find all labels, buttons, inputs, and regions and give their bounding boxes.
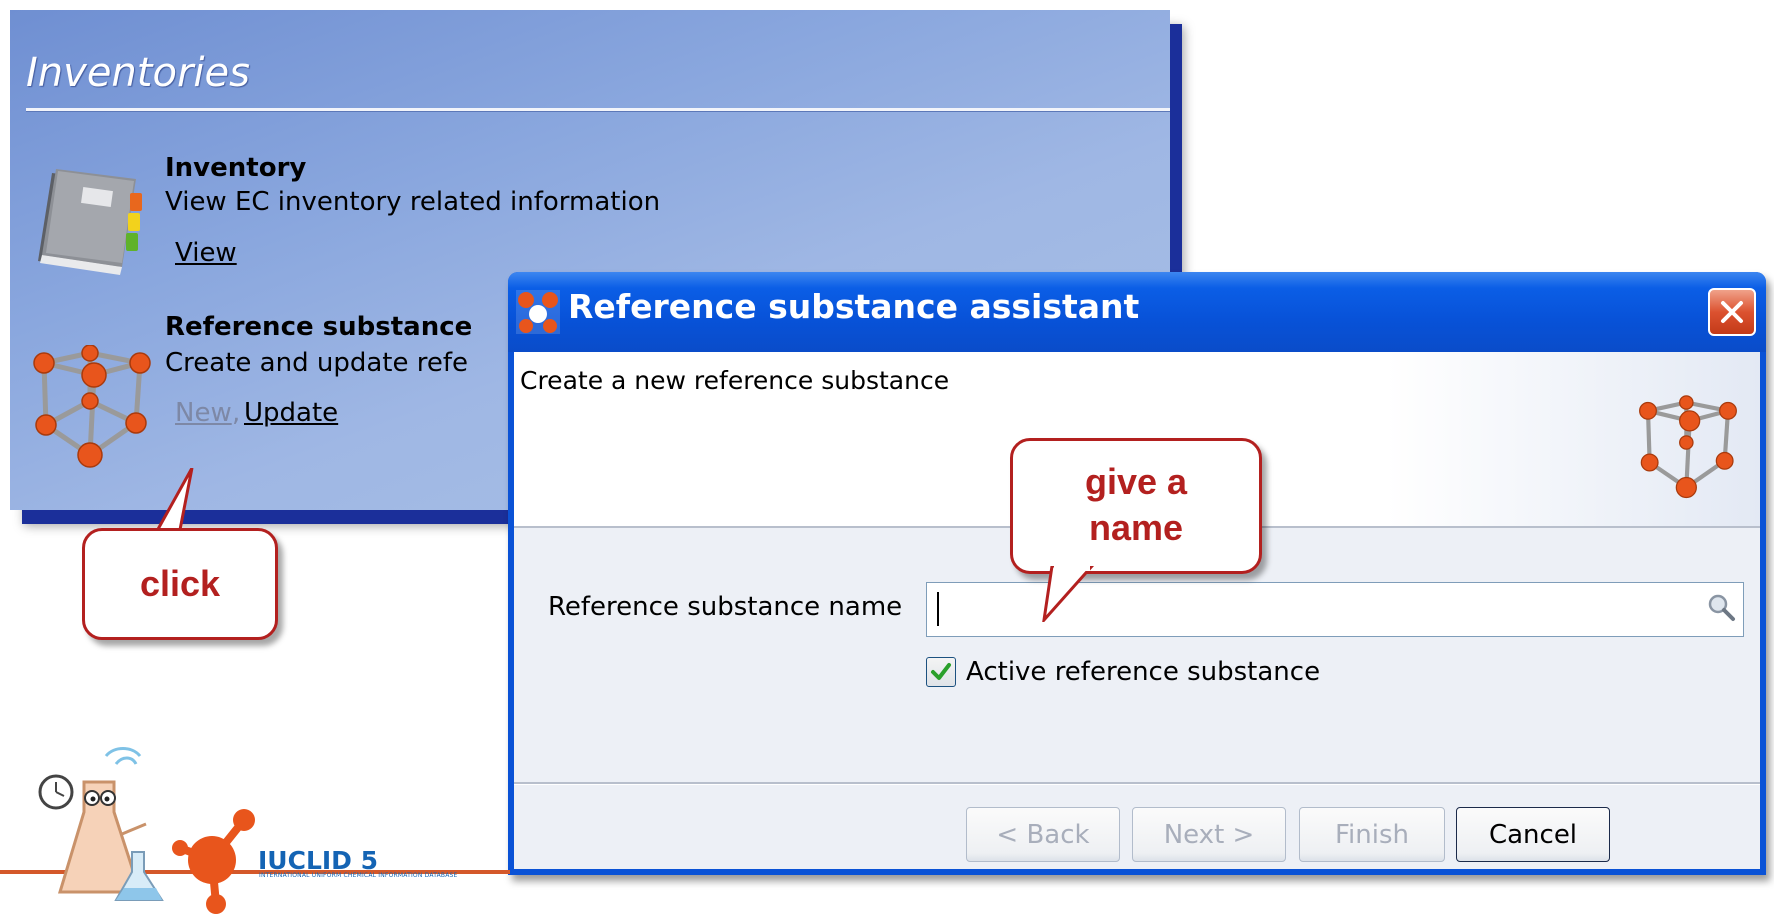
give-a-name-callout: give a name [1010,438,1262,574]
give-a-name-callout-tail [1042,566,1095,622]
molecule-logo-icon [172,809,255,914]
title-divider [26,108,1170,112]
reference-substance-update-link[interactable]: Update [244,398,338,428]
inventory-view-link[interactable]: View [175,238,237,268]
dialog-body: Create a new reference substance Referen… [514,352,1760,869]
finish-button[interactable]: Finish [1299,807,1445,862]
dialog-title: Reference substance assistant [568,287,1140,326]
active-reference-substance-checkbox[interactable] [926,657,956,687]
next-button[interactable]: Next > [1132,807,1286,862]
link-separator: , [232,398,241,428]
cancel-button[interactable]: Cancel [1456,807,1610,862]
callout-line-2: name [1088,507,1184,548]
click-callout: click [82,528,278,640]
callout-line-1: give a [1084,461,1188,502]
dialog-header-text: Create a new reference substance [520,366,950,395]
inventory-description: View EC inventory related information [165,187,661,217]
reference-substance-description: Create and update refe [165,348,468,378]
button-bar-divider [514,782,1760,785]
close-button[interactable] [1708,288,1756,336]
text-cursor [937,592,939,626]
iuclid-logo-subtitle: INTERNATIONAL UNIFORM CHEMICAL INFORMATI… [259,872,458,879]
reference-substance-crystal-icon [1639,395,1737,499]
app-icon [516,290,560,334]
checkmark-icon [931,663,951,680]
inventory-book-icon [38,169,142,275]
reference-substance-crystal-icon [33,345,151,468]
iuclid-logo-text: IUCLID 5 [258,846,379,875]
reference-substance-name-label: Reference substance name [548,592,903,622]
reference-substance-title: Reference substance [165,312,473,342]
back-button[interactable]: < Back [966,807,1120,862]
inventory-title: Inventory [165,153,307,183]
search-icon[interactable] [1706,592,1736,622]
active-reference-substance-label[interactable]: Active reference substance [966,657,1320,687]
reference-substance-new-link[interactable]: New [175,398,232,428]
scientist-flask-logo-icon [38,747,164,901]
dialog-titlebar[interactable]: Reference substance assistant [508,272,1766,352]
close-icon [1721,301,1743,323]
inventories-title: Inventories [26,50,250,96]
